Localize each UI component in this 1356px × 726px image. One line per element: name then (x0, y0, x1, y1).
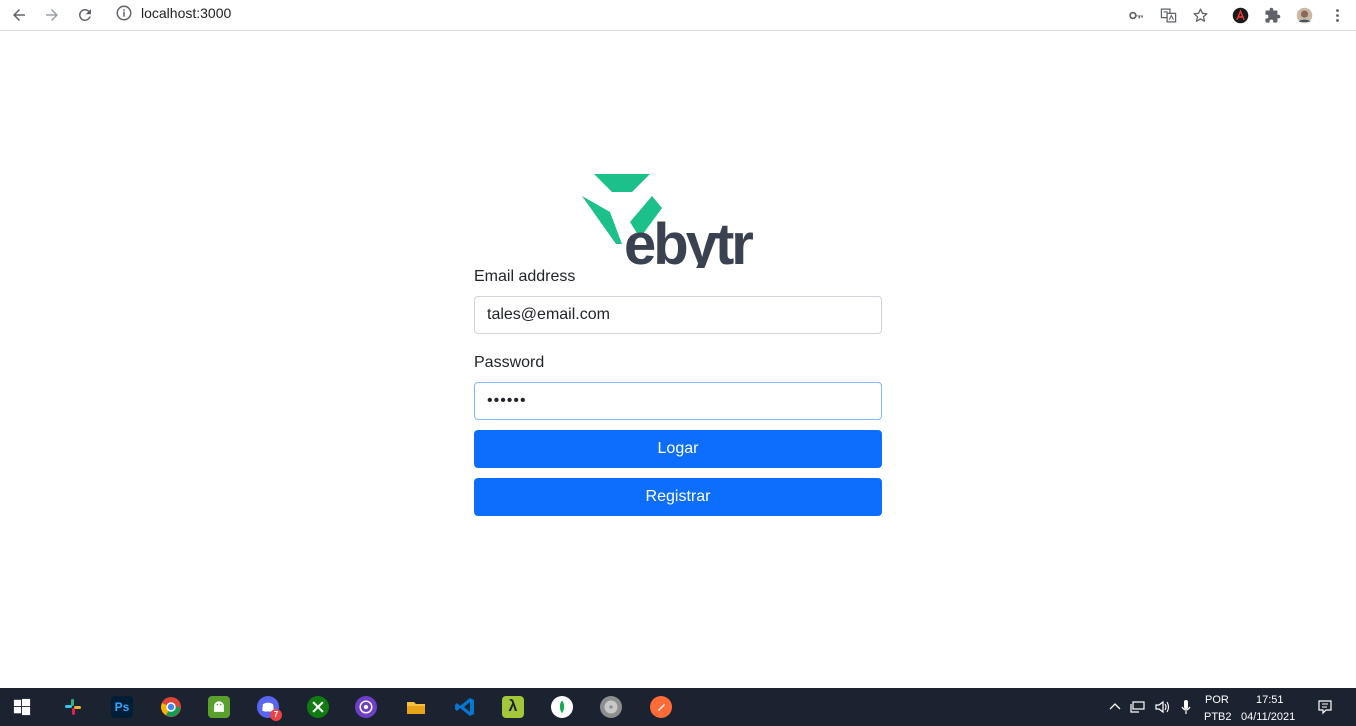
reload-button[interactable] (73, 3, 97, 27)
lambda-app[interactable]: λ (502, 696, 524, 718)
windows-taskbar: Ps 7 λ POR PTB2 17:51 04/11/2021 (0, 688, 1356, 726)
back-button[interactable] (7, 3, 31, 27)
android-studio-app[interactable] (208, 696, 230, 718)
logo-text: ebytr (624, 212, 753, 268)
input-language[interactable]: POR (1205, 694, 1229, 707)
logo-image: ebytr (582, 174, 756, 277)
disk-icon (604, 700, 618, 714)
folder-icon (407, 702, 425, 714)
translate-icon (1160, 7, 1176, 23)
postman-app[interactable] (650, 696, 672, 718)
extension-a-icon (1232, 7, 1248, 23)
key-icon (1128, 11, 1143, 19)
xbox-app[interactable] (307, 696, 329, 718)
keyboard-layout[interactable]: PTB2 (1204, 711, 1232, 724)
forward-arrow-icon (46, 9, 58, 21)
windows-start-button[interactable] (12, 697, 32, 717)
profile-avatar[interactable] (1292, 3, 1316, 27)
microphone-button[interactable] (1178, 699, 1194, 715)
microphone-icon (1181, 700, 1191, 714)
slack-icon (65, 699, 81, 715)
info-icon[interactable] (115, 4, 133, 22)
address-bar-url[interactable]: localhost:3000 (141, 4, 231, 22)
login-button[interactable]: Logar (474, 430, 882, 468)
notifications-button[interactable] (1317, 699, 1333, 715)
puzzle-icon (1264, 7, 1280, 23)
chrome-icon (161, 697, 181, 717)
avatar-image (1296, 7, 1312, 23)
more-menu-button[interactable] (1325, 3, 1349, 27)
chevron-up-icon (1109, 703, 1121, 710)
more-vert-icon (1335, 8, 1339, 22)
windows-logo-icon (13, 698, 31, 716)
extension-a-button[interactable] (1228, 3, 1252, 27)
star-icon (1192, 7, 1208, 22)
register-button[interactable]: Registrar (474, 478, 882, 516)
email-field[interactable]: tales@email.com (474, 296, 882, 334)
mongodb-compass-app[interactable] (551, 696, 573, 718)
vscode-icon (455, 698, 474, 716)
clock-time[interactable]: 17:51 (1256, 694, 1284, 707)
translate-button[interactable] (1156, 3, 1180, 27)
tray-expand-button[interactable] (1107, 699, 1123, 715)
android-icon (214, 701, 224, 712)
email-label: Email address (474, 268, 576, 285)
vscode-app[interactable] (454, 696, 476, 718)
file-explorer-app[interactable] (405, 696, 427, 718)
bookmark-star-button[interactable] (1188, 3, 1212, 27)
browser-toolbar: localhost:3000 (0, 0, 1356, 31)
password-label: Password (474, 354, 545, 371)
chrome-app[interactable] (160, 696, 182, 718)
speaker-icon (1155, 700, 1170, 714)
password-key-button[interactable] (1124, 3, 1148, 27)
network-icon (1130, 701, 1145, 713)
discord-badge: 7 (270, 709, 282, 721)
clock-date[interactable]: 04/11/2021 (1241, 711, 1295, 724)
github-desktop-app[interactable] (355, 696, 377, 718)
mongodb-leaf-icon (559, 700, 565, 714)
network-button[interactable] (1130, 699, 1146, 715)
volume-button[interactable] (1154, 699, 1170, 715)
forward-button[interactable] (40, 3, 64, 27)
github-icon (359, 700, 373, 714)
postman-icon (657, 703, 665, 711)
ebytr-logo: ebytr (580, 172, 776, 277)
notification-icon (1318, 700, 1332, 715)
discord-app[interactable]: 7 (257, 696, 282, 721)
extensions-button[interactable] (1260, 3, 1284, 27)
disk-app[interactable] (600, 696, 622, 718)
reload-icon (78, 8, 91, 21)
xbox-icon (312, 701, 324, 713)
back-arrow-icon (13, 9, 25, 21)
password-field[interactable]: •••••• (474, 382, 882, 420)
photoshop-app[interactable]: Ps (111, 696, 133, 718)
slack-app[interactable] (62, 696, 84, 718)
